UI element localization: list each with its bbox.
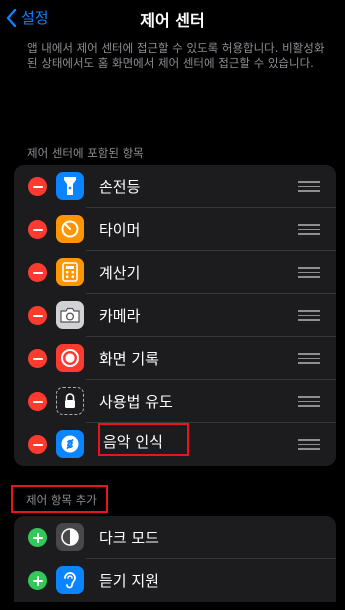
reorder-grip-icon[interactable] <box>298 267 320 278</box>
control-row-timer[interactable]: 타이머 <box>14 208 336 251</box>
control-label: 계산기 <box>99 264 141 282</box>
reorder-grip-icon[interactable] <box>298 310 320 321</box>
dark-mode-icon <box>56 523 84 551</box>
remove-flashlight-button[interactable] <box>28 177 47 196</box>
control-label: 듣기 지원 <box>99 572 159 590</box>
calculator-icon <box>56 258 84 286</box>
reorder-grip-icon[interactable] <box>298 224 320 235</box>
access-description: 앱 내에서 제어 센터에 접근할 수 있도록 허용합니다. 비활성화된 상태에서… <box>27 41 325 70</box>
screen-record-icon <box>56 344 84 372</box>
remove-music-recognition-button[interactable] <box>28 435 47 454</box>
more-controls-list: 다크 모드 듣기 지원 <box>14 516 336 602</box>
more-controls-header: 제어 항목 추가 <box>11 485 108 513</box>
timer-icon <box>56 215 84 243</box>
add-hearing-button[interactable] <box>28 571 47 590</box>
music-recognition-label-highlight: 음악 인식 <box>98 423 189 456</box>
control-row-camera[interactable]: 카메라 <box>14 294 336 337</box>
hearing-icon <box>56 566 84 594</box>
included-controls-list: 손전등 타이머 계산기 카메라 화면 기록 사용법 유도 음악 인식 <box>14 165 336 466</box>
control-row-dark-mode[interactable]: 다크 모드 <box>14 516 336 559</box>
control-label: 화면 기록 <box>99 350 159 368</box>
guided-access-icon <box>56 387 84 415</box>
shazam-icon <box>56 430 84 458</box>
control-label: 다크 모드 <box>99 529 159 547</box>
remove-calculator-button[interactable] <box>28 263 47 282</box>
reorder-grip-icon[interactable] <box>298 181 320 192</box>
remove-guided-access-button[interactable] <box>28 392 47 411</box>
flashlight-icon <box>56 172 84 200</box>
control-label: 손전등 <box>99 178 141 196</box>
included-section-header: 제어 센터에 포함된 항목 <box>27 146 144 160</box>
remove-timer-button[interactable] <box>28 220 47 239</box>
control-label: 사용법 유도 <box>99 393 173 411</box>
control-row-flashlight[interactable]: 손전등 <box>14 165 336 208</box>
control-row-screen-recording[interactable]: 화면 기록 <box>14 337 336 380</box>
control-label: 타이머 <box>99 221 141 239</box>
page-title: 제어 센터 <box>140 11 205 30</box>
control-row-music-recognition[interactable]: 음악 인식 <box>14 423 336 466</box>
reorder-grip-icon[interactable] <box>298 353 320 364</box>
remove-camera-button[interactable] <box>28 306 47 325</box>
add-dark-mode-button[interactable] <box>28 528 47 547</box>
reorder-grip-icon[interactable] <box>298 396 320 407</box>
nav-bar: 설정 제어 센터 <box>0 0 345 34</box>
control-label: 카메라 <box>99 307 141 325</box>
control-row-calculator[interactable]: 계산기 <box>14 251 336 294</box>
camera-icon <box>56 301 84 329</box>
control-row-guided-access[interactable]: 사용법 유도 <box>14 380 336 423</box>
control-row-hearing[interactable]: 듣기 지원 <box>14 559 336 602</box>
reorder-grip-icon[interactable] <box>298 439 320 450</box>
remove-screen-recording-button[interactable] <box>28 349 47 368</box>
